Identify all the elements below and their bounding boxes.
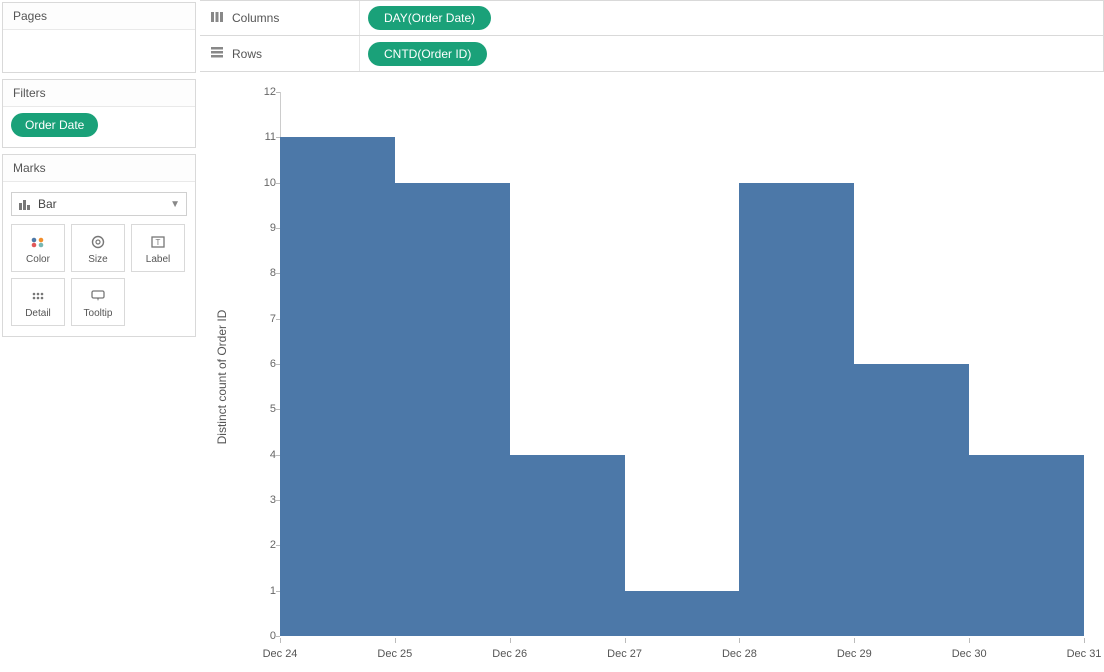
label-icon: T: [149, 232, 167, 252]
marks-label-label: Label: [146, 254, 170, 265]
y-tick-label: 4: [252, 449, 276, 461]
x-tick-mark: [1084, 638, 1085, 643]
bar[interactable]: [739, 183, 854, 636]
x-tick-label: Dec 25: [377, 648, 412, 660]
y-tick-mark: [276, 92, 280, 93]
y-tick-label: 10: [252, 177, 276, 189]
bar[interactable]: [854, 364, 969, 636]
chart-bars: [280, 92, 1084, 636]
columns-label: Columns: [232, 11, 279, 25]
marks-size-label: Size: [88, 254, 107, 265]
x-tick-label: Dec 29: [837, 648, 872, 660]
bar[interactable]: [625, 591, 740, 636]
chart-view[interactable]: Distinct count of Order ID 0123456789101…: [200, 72, 1104, 672]
y-tick-mark: [276, 409, 280, 410]
y-tick-label: 12: [252, 86, 276, 98]
marks-color-label: Color: [26, 254, 50, 265]
marks-detail-label: Detail: [25, 308, 51, 319]
filters-drop-area[interactable]: Order Date: [3, 107, 195, 147]
y-tick-mark: [276, 636, 280, 637]
marks-color-button[interactable]: Color: [11, 224, 65, 272]
y-tick-label: 6: [252, 358, 276, 370]
pages-title: Pages: [3, 3, 195, 30]
marks-label-button[interactable]: T Label: [131, 224, 185, 272]
filters-title: Filters: [3, 80, 195, 107]
y-tick-label: 3: [252, 494, 276, 506]
filter-pill-order-date[interactable]: Order Date: [11, 113, 98, 137]
x-tick-label: Dec 28: [722, 648, 757, 660]
y-tick-mark: [276, 137, 280, 138]
bar[interactable]: [395, 183, 510, 636]
marks-type-label: Bar: [38, 197, 170, 211]
y-tick-label: 2: [252, 539, 276, 551]
marks-title: Marks: [3, 155, 195, 182]
rows-label: Rows: [232, 47, 262, 61]
rows-shelf[interactable]: Rows CNTD(Order ID): [200, 36, 1104, 72]
svg-text:T: T: [156, 238, 161, 247]
color-icon: [29, 232, 47, 252]
bar[interactable]: [510, 455, 625, 636]
y-tick-mark: [276, 545, 280, 546]
x-axis-labels: Dec 24Dec 25Dec 26Dec 27Dec 28Dec 29Dec …: [280, 642, 1084, 664]
y-tick-mark: [276, 591, 280, 592]
x-tick-mark: [395, 638, 396, 643]
detail-icon: [29, 286, 47, 306]
x-tick-mark: [625, 638, 626, 643]
marks-card: Marks Bar ▼ Color: [2, 154, 196, 337]
y-tick-mark: [276, 319, 280, 320]
chart-plot-area[interactable]: 0123456789101112: [280, 92, 1084, 636]
tooltip-icon: [89, 286, 107, 306]
bar-chart-icon: [18, 198, 32, 210]
marks-tooltip-label: Tooltip: [84, 308, 113, 319]
chevron-down-icon: ▼: [170, 199, 180, 210]
y-tick-mark: [276, 455, 280, 456]
x-tick-mark: [739, 638, 740, 643]
columns-pill-day-order-date[interactable]: DAY(Order Date): [368, 6, 491, 30]
y-tick-label: 8: [252, 267, 276, 279]
y-tick-mark: [276, 364, 280, 365]
marks-detail-button[interactable]: Detail: [11, 278, 65, 326]
x-tick-label: Dec 31: [1067, 648, 1102, 660]
bar[interactable]: [969, 455, 1084, 636]
pages-drop-area[interactable]: [3, 30, 195, 72]
x-tick-label: Dec 27: [607, 648, 642, 660]
marks-size-button[interactable]: Size: [71, 224, 125, 272]
x-tick-label: Dec 26: [492, 648, 527, 660]
x-tick-label: Dec 30: [952, 648, 987, 660]
y-tick-label: 0: [252, 630, 276, 642]
x-tick-mark: [969, 638, 970, 643]
y-tick-label: 5: [252, 403, 276, 415]
x-tick-label: Dec 24: [263, 648, 298, 660]
rows-pill-cntd-order-id[interactable]: CNTD(Order ID): [368, 42, 487, 66]
columns-shelf[interactable]: Columns DAY(Order Date): [200, 0, 1104, 36]
filters-card: Filters Order Date: [2, 79, 196, 148]
marks-tooltip-button[interactable]: Tooltip: [71, 278, 125, 326]
y-axis-title: Distinct count of Order ID: [215, 310, 229, 445]
y-tick-mark: [276, 273, 280, 274]
x-tick-mark: [280, 638, 281, 643]
rows-icon: [210, 46, 224, 61]
y-tick-label: 11: [252, 131, 276, 143]
columns-icon: [210, 11, 224, 26]
size-icon: [89, 232, 107, 252]
x-tick-mark: [854, 638, 855, 643]
y-tick-mark: [276, 183, 280, 184]
y-tick-label: 1: [252, 585, 276, 597]
y-tick-mark: [276, 500, 280, 501]
pages-card: Pages: [2, 2, 196, 73]
marks-type-select[interactable]: Bar ▼: [11, 192, 187, 216]
y-tick-label: 9: [252, 222, 276, 234]
bar[interactable]: [280, 137, 395, 636]
x-tick-mark: [510, 638, 511, 643]
y-tick-mark: [276, 228, 280, 229]
y-tick-label: 7: [252, 313, 276, 325]
